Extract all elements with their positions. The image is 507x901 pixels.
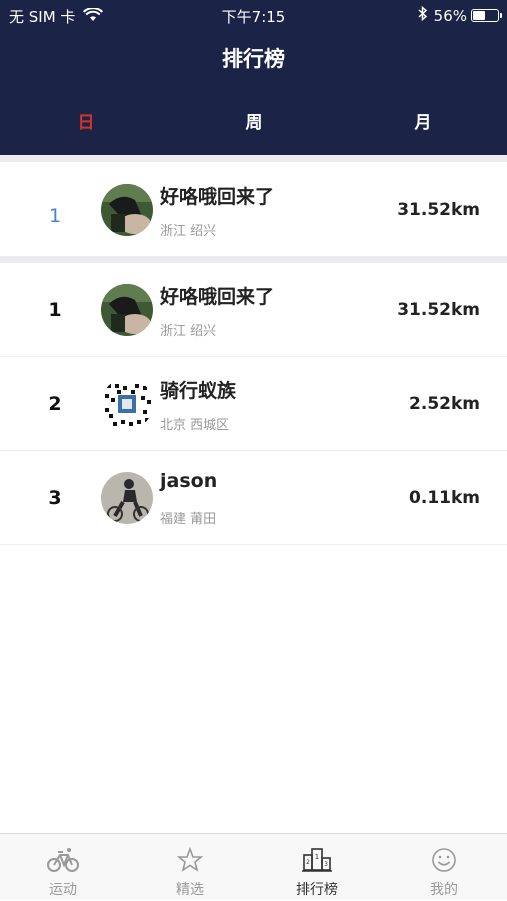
user-distance: 31.52km: [397, 300, 480, 320]
avatar: [101, 184, 153, 236]
rank-number: 1: [48, 299, 62, 321]
tabbar-label: 我的: [430, 882, 458, 898]
ranking-row-2[interactable]: 2 骑行蚁族 北京 西城区 2.52km: [0, 357, 507, 451]
battery-icon: [471, 9, 502, 22]
star-icon: [174, 846, 206, 874]
podium-icon: 1 2 3: [301, 846, 333, 874]
divider: [0, 155, 507, 162]
ranking-row-1[interactable]: 1 好咯哦回来了 浙江 绍兴 31.52km: [0, 263, 507, 357]
tabbar-label: 排行榜: [296, 882, 338, 898]
battery-percent: 56%: [433, 6, 467, 25]
avatar: [101, 472, 153, 524]
status-bar: 无 SIM 卡 下午7:15 56%: [0, 0, 507, 30]
page-title: 排行榜: [222, 47, 285, 71]
user-location: 北京 西城区: [160, 418, 230, 433]
my-rank-row[interactable]: 1 好咯哦回来了 浙江 绍兴 31.52km: [0, 162, 507, 256]
user-distance: 2.52km: [409, 394, 480, 414]
svg-text:3: 3: [324, 861, 328, 868]
tab-bar: 运动 精选 1 2 3 排行榜 我的: [0, 833, 507, 900]
avatar: [101, 378, 153, 430]
user-location: 福建 莆田: [160, 512, 217, 527]
svg-text:2: 2: [306, 859, 310, 866]
tabbar-item-mine[interactable]: 我的: [381, 834, 507, 901]
divider: [0, 256, 507, 263]
svg-text:1: 1: [315, 853, 319, 861]
user-name: 好咯哦回来了: [160, 286, 275, 308]
user-name: jason: [160, 470, 218, 492]
tabbar-label: 运动: [49, 882, 77, 898]
tab-week[interactable]: 周: [224, 108, 284, 133]
my-rank-number: 1: [48, 205, 62, 227]
user-distance: 0.11km: [409, 488, 480, 508]
tabbar-label: 精选: [176, 882, 204, 898]
rank-number: 3: [48, 487, 62, 509]
tabbar-item-featured[interactable]: 精选: [127, 834, 253, 901]
tabbar-item-sport[interactable]: 运动: [0, 834, 126, 901]
period-tabs: 日 周 月: [0, 108, 507, 138]
user-distance: 31.52km: [397, 200, 480, 220]
rank-number: 2: [48, 393, 62, 415]
user-name: 好咯哦回来了: [160, 186, 275, 208]
tab-month[interactable]: 月: [393, 108, 453, 133]
battery-level: [473, 11, 486, 20]
bicycle-icon: [47, 846, 79, 874]
smiley-icon: [428, 846, 460, 874]
ranking-row-3[interactable]: 3 jason 福建 莆田 0.11km: [0, 451, 507, 545]
bluetooth-icon: [418, 5, 428, 25]
user-name: 骑行蚁族: [160, 380, 237, 402]
tab-day[interactable]: 日: [56, 108, 116, 133]
user-location: 浙江 绍兴: [160, 324, 217, 339]
header: 无 SIM 卡 下午7:15 56% 排行榜 日 周 月: [0, 0, 507, 155]
user-location: 浙江 绍兴: [160, 224, 217, 239]
tabbar-item-ranking[interactable]: 1 2 3 排行榜: [254, 834, 380, 901]
avatar: [101, 284, 153, 336]
